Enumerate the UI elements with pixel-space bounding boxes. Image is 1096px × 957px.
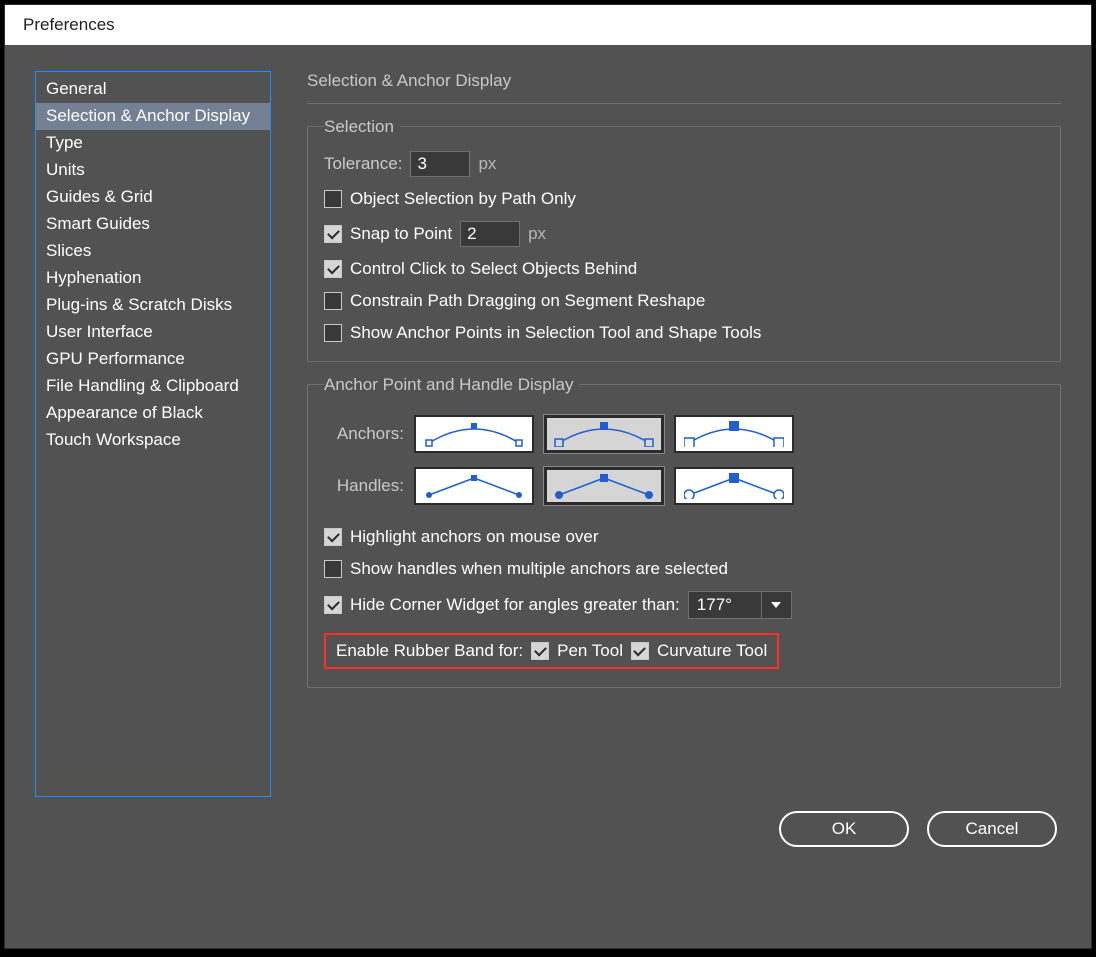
rubber-band-highlight: Enable Rubber Band for: Pen Tool Curvatu… bbox=[324, 633, 779, 669]
anchors-size-medium[interactable] bbox=[544, 415, 664, 453]
tolerance-unit: px bbox=[478, 154, 496, 174]
highlight-anchors-label: Highlight anchors on mouse over bbox=[350, 527, 599, 547]
anchor-display-group: Anchor Point and Handle Display Anchors: bbox=[307, 384, 1061, 688]
path-only-label: Object Selection by Path Only bbox=[350, 189, 576, 209]
anchors-size-large[interactable] bbox=[674, 415, 794, 453]
sidebar: General Selection & Anchor Display Type … bbox=[35, 71, 271, 797]
highlight-anchors-checkbox[interactable] bbox=[324, 528, 342, 546]
sidebar-item-gpu-performance[interactable]: GPU Performance bbox=[36, 346, 270, 373]
selection-group-label: Selection bbox=[324, 117, 400, 137]
show-anchor-checkbox[interactable] bbox=[324, 324, 342, 342]
sidebar-item-general[interactable]: General bbox=[36, 76, 270, 103]
show-handles-checkbox[interactable] bbox=[324, 560, 342, 578]
cancel-button[interactable]: Cancel bbox=[927, 811, 1057, 847]
path-only-checkbox[interactable] bbox=[324, 190, 342, 208]
main-panel: Selection & Anchor Display Selection Tol… bbox=[307, 71, 1061, 797]
sidebar-item-file-handling[interactable]: File Handling & Clipboard bbox=[36, 373, 270, 400]
ok-button[interactable]: OK bbox=[779, 811, 909, 847]
sidebar-item-type[interactable]: Type bbox=[36, 130, 270, 157]
curvature-tool-label: Curvature Tool bbox=[657, 641, 767, 661]
ctrl-click-label: Control Click to Select Objects Behind bbox=[350, 259, 637, 279]
handles-label: Handles: bbox=[324, 476, 404, 496]
tolerance-label: Tolerance: bbox=[324, 154, 402, 174]
anchors-size-small[interactable] bbox=[414, 415, 534, 453]
show-anchor-label: Show Anchor Points in Selection Tool and… bbox=[350, 323, 761, 343]
sidebar-item-touch-workspace[interactable]: Touch Workspace bbox=[36, 427, 270, 454]
window-title: Preferences bbox=[23, 15, 115, 35]
pen-tool-checkbox[interactable] bbox=[531, 642, 549, 660]
snap-unit: px bbox=[528, 224, 546, 244]
sidebar-item-appearance-black[interactable]: Appearance of Black bbox=[36, 400, 270, 427]
preferences-window: Preferences General Selection & Anchor D… bbox=[4, 4, 1092, 949]
pen-tool-label: Pen Tool bbox=[557, 641, 623, 661]
constrain-label: Constrain Path Dragging on Segment Resha… bbox=[350, 291, 705, 311]
sidebar-item-guides-grid[interactable]: Guides & Grid bbox=[36, 184, 270, 211]
handles-size-small[interactable] bbox=[414, 467, 534, 505]
sidebar-item-user-interface[interactable]: User Interface bbox=[36, 319, 270, 346]
sidebar-item-hyphenation[interactable]: Hyphenation bbox=[36, 265, 270, 292]
sidebar-item-slices[interactable]: Slices bbox=[36, 238, 270, 265]
sidebar-item-units[interactable]: Units bbox=[36, 157, 270, 184]
sidebar-item-smart-guides[interactable]: Smart Guides bbox=[36, 211, 270, 238]
selection-group: Selection Tolerance: px Object Selection… bbox=[307, 126, 1061, 362]
hide-corner-checkbox[interactable] bbox=[324, 596, 342, 614]
panel-title: Selection & Anchor Display bbox=[307, 71, 1061, 104]
snap-checkbox[interactable] bbox=[324, 225, 342, 243]
handles-size-medium[interactable] bbox=[544, 467, 664, 505]
snap-label: Snap to Point bbox=[350, 224, 452, 244]
titlebar: Preferences bbox=[5, 5, 1091, 45]
show-handles-label: Show handles when multiple anchors are s… bbox=[350, 559, 728, 579]
footer: OK Cancel bbox=[5, 797, 1091, 847]
sidebar-item-plugins-scratch[interactable]: Plug-ins & Scratch Disks bbox=[36, 292, 270, 319]
sidebar-item-selection-anchor-display[interactable]: Selection & Anchor Display bbox=[36, 103, 270, 130]
hide-corner-dropdown[interactable] bbox=[762, 591, 792, 619]
constrain-checkbox[interactable] bbox=[324, 292, 342, 310]
hide-corner-angle[interactable]: 177° bbox=[688, 591, 762, 619]
hide-corner-label: Hide Corner Widget for angles greater th… bbox=[350, 595, 680, 615]
snap-input[interactable] bbox=[460, 221, 520, 247]
chevron-down-icon bbox=[771, 602, 781, 608]
anchors-label: Anchors: bbox=[324, 424, 404, 444]
tolerance-input[interactable] bbox=[410, 151, 470, 177]
ctrl-click-checkbox[interactable] bbox=[324, 260, 342, 278]
handles-size-large[interactable] bbox=[674, 467, 794, 505]
curvature-tool-checkbox[interactable] bbox=[631, 642, 649, 660]
rubber-band-label: Enable Rubber Band for: bbox=[336, 641, 523, 661]
anchor-group-label: Anchor Point and Handle Display bbox=[324, 375, 579, 395]
